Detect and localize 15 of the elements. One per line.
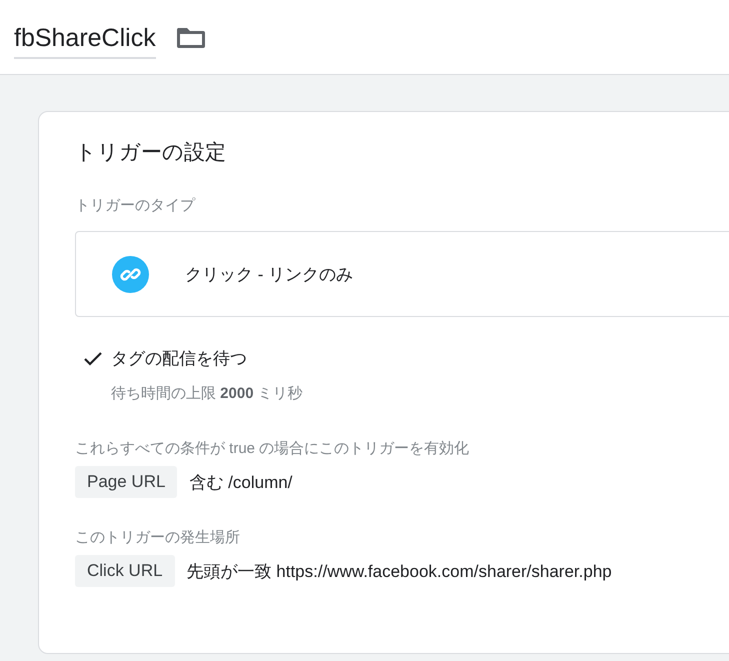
trigger-type-label: トリガーのタイプ	[75, 196, 196, 215]
trigger-type-selector[interactable]: クリック - リンクのみ	[75, 231, 729, 317]
condition-label: これらすべての条件が true の場合にこのトリガーを有効化	[75, 439, 470, 458]
variable-chip: Page URL	[75, 466, 178, 498]
condition-text: 含む /column/	[189, 472, 292, 494]
folder-icon[interactable]	[176, 25, 206, 49]
wait-for-tags-label: タグの配信を待つ	[111, 348, 247, 370]
variable-chip: Click URL	[75, 555, 175, 587]
trigger-name[interactable]: fbShareClick	[14, 24, 156, 58]
condition-label: このトリガーの発生場所	[75, 528, 241, 547]
wait-time-limit: 待ち時間の上限 2000 ミリ秒	[111, 384, 304, 403]
condition-text: 先頭が一致 https://www.facebook.com/sharer/sharer.php	[186, 560, 612, 582]
link-icon	[112, 256, 149, 292]
card-title: トリガーの設定	[75, 140, 227, 166]
trigger-type-name: クリック - リンクのみ	[185, 264, 354, 286]
